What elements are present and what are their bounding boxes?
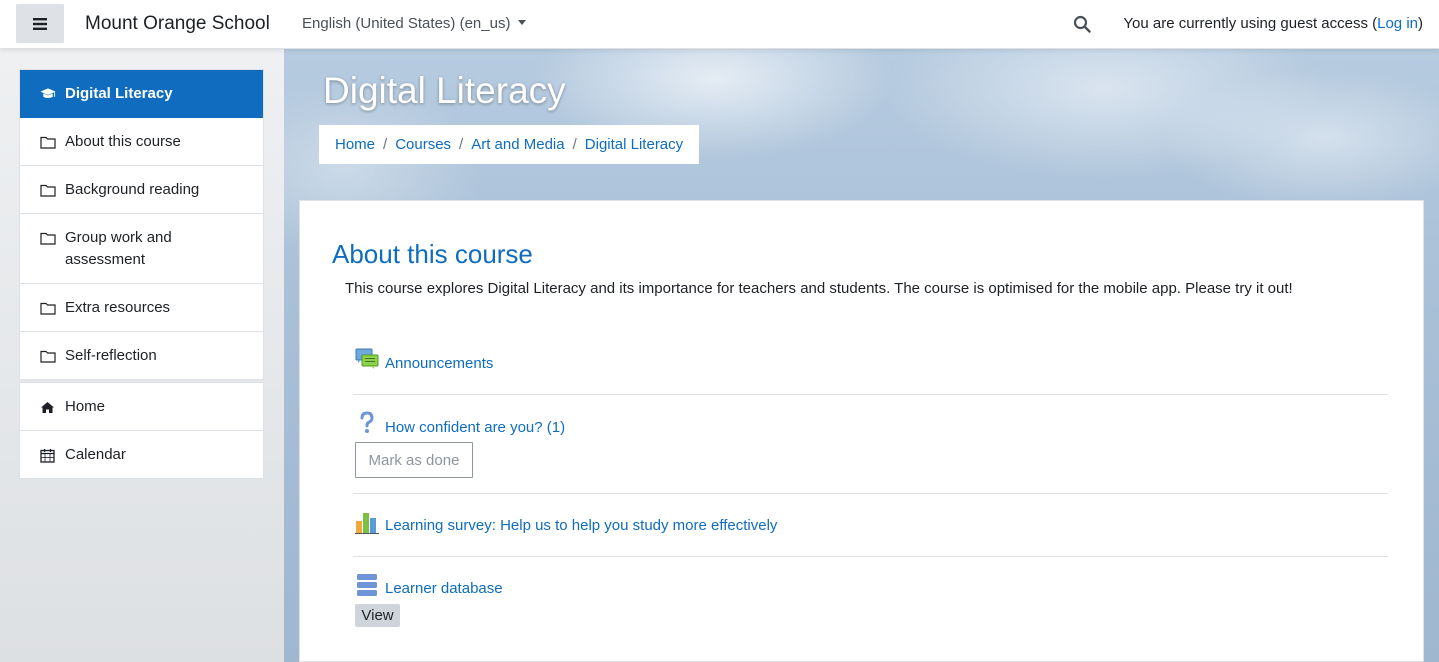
sidebar-item-about-this-course[interactable]: About this course bbox=[20, 118, 263, 166]
course-content: About this course This course explores D… bbox=[299, 200, 1424, 662]
site-name-link[interactable]: Mount Orange School bbox=[85, 13, 270, 35]
caret-down-icon bbox=[518, 20, 527, 25]
sidebar-item-label: Home bbox=[65, 398, 106, 415]
breadcrumb-art-and-media[interactable]: Art and Media bbox=[471, 136, 564, 153]
sidebar-item-calendar[interactable]: Calendar bbox=[20, 431, 263, 478]
guest-access-close: ) bbox=[1418, 15, 1423, 32]
language-label: English (United States) (en_us) bbox=[302, 15, 511, 32]
question-icon bbox=[360, 411, 374, 433]
folder-icon bbox=[40, 345, 56, 367]
forum-icon bbox=[355, 348, 379, 369]
sidebar-item-home[interactable]: Home bbox=[20, 383, 263, 431]
home-icon bbox=[40, 396, 56, 418]
section-title[interactable]: About this course bbox=[332, 239, 533, 270]
activity-link[interactable]: How confident are you? (1) bbox=[385, 419, 565, 436]
breadcrumb-courses[interactable]: Courses bbox=[395, 136, 451, 153]
hamburger-icon bbox=[33, 17, 47, 30]
breadcrumb-separator: / bbox=[383, 136, 388, 153]
activity-link[interactable]: Learner database bbox=[385, 580, 503, 597]
sidebar-item-digital-literacy[interactable]: Digital Literacy bbox=[20, 70, 263, 118]
folder-icon bbox=[40, 297, 56, 319]
sidebar-item-extra-resources[interactable]: Extra resources bbox=[20, 284, 263, 332]
site-nav-block: Home Calendar bbox=[19, 382, 264, 479]
search-icon[interactable] bbox=[1073, 15, 1091, 33]
guest-access-notice: You are currently using guest access (Lo… bbox=[1123, 15, 1423, 32]
language-menu[interactable]: English (United States) (en_us) bbox=[302, 15, 527, 32]
activity-learner-database: Learner database View bbox=[353, 557, 1388, 662]
breadcrumb: Home / Courses / Art and Media / Digital… bbox=[319, 125, 700, 164]
nav-drawer: Digital Literacy About this course Backg… bbox=[0, 49, 284, 662]
breadcrumb-separator: / bbox=[572, 136, 577, 153]
top-navbar: Mount Orange School English (United Stat… bbox=[0, 0, 1439, 49]
sidebar-item-group-work[interactable]: Group work and assessment bbox=[20, 214, 263, 284]
sidebar-item-background-reading[interactable]: Background reading bbox=[20, 166, 263, 214]
section-summary: This course explores Digital Literacy an… bbox=[345, 280, 1293, 297]
activity-learning-survey: Learning survey: Help us to help you stu… bbox=[353, 494, 1388, 557]
sidebar-item-self-reflection[interactable]: Self-reflection bbox=[20, 332, 263, 379]
breadcrumb-digital-literacy[interactable]: Digital Literacy bbox=[585, 136, 683, 153]
sidebar-item-label: Background reading bbox=[65, 181, 200, 198]
login-link[interactable]: Log in bbox=[1377, 15, 1418, 32]
sidebar-item-label: Digital Literacy bbox=[65, 85, 173, 102]
folder-icon bbox=[40, 227, 56, 249]
sidebar-item-label: Group work and assessment bbox=[65, 229, 172, 268]
guest-access-text: You are currently using guest access ( bbox=[1123, 15, 1378, 32]
folder-icon bbox=[40, 179, 56, 201]
activity-announcements: Announcements bbox=[353, 331, 1388, 395]
drawer-toggle-button[interactable] bbox=[16, 4, 64, 43]
survey-chart-icon bbox=[355, 513, 379, 534]
view-button[interactable]: View bbox=[355, 604, 400, 627]
calendar-icon bbox=[40, 444, 56, 466]
activity-link[interactable]: Learning survey: Help us to help you stu… bbox=[385, 517, 777, 534]
activity-link[interactable]: Announcements bbox=[385, 355, 493, 372]
breadcrumb-home[interactable]: Home bbox=[335, 136, 375, 153]
breadcrumb-separator: / bbox=[459, 136, 464, 153]
graduation-cap-icon bbox=[40, 83, 56, 105]
database-icon bbox=[357, 574, 377, 596]
sidebar-item-label: Calendar bbox=[65, 446, 126, 463]
course-nav-block: Digital Literacy About this course Backg… bbox=[19, 69, 264, 380]
folder-icon bbox=[40, 131, 56, 153]
activity-how-confident: How confident are you? (1) Mark as done bbox=[353, 395, 1388, 494]
sidebar-item-label: Extra resources bbox=[65, 299, 171, 316]
sidebar-item-label: About this course bbox=[65, 133, 181, 150]
mark-as-done-button[interactable]: Mark as done bbox=[355, 442, 473, 478]
page-title: Digital Literacy bbox=[323, 70, 566, 111]
sidebar-item-label: Self-reflection bbox=[65, 347, 157, 364]
